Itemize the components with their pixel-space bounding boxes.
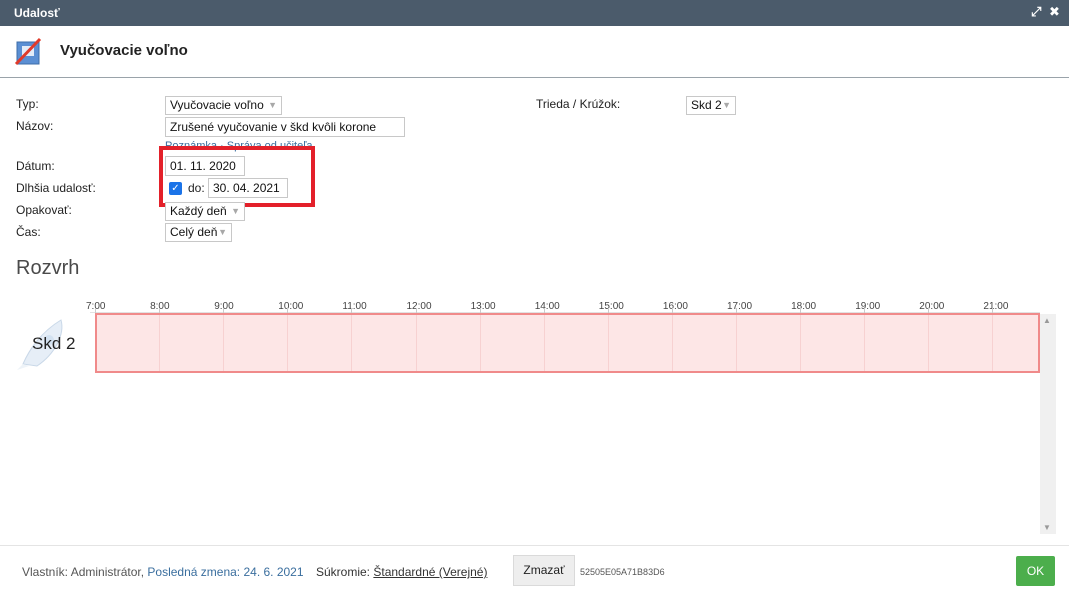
scroll-up-icon[interactable]: ▲	[1043, 316, 1051, 325]
hour-label: 18:00	[791, 301, 817, 312]
type-label: Typ:	[16, 97, 39, 111]
hour-label: 13:00	[470, 301, 496, 312]
owner-info: Vlastník: Administrátor, Posledná zmena:…	[22, 565, 304, 579]
hour-gridline	[928, 315, 930, 371]
class-select-value: Skd 2	[691, 98, 722, 112]
hour-gridline	[415, 315, 417, 371]
event-bar[interactable]	[95, 313, 1040, 373]
longer-event-label: Dlhšia udalosť:	[16, 181, 96, 195]
name-input[interactable]: Zrušené vyučovanie v škd kvôli korone	[165, 117, 405, 137]
page-title: Vyučovacie voľno	[60, 42, 188, 59]
dialog-header: Vyučovacie voľno	[0, 26, 1069, 78]
time-label: Čas:	[16, 225, 41, 239]
time-select[interactable]: Celý deň ▼	[165, 223, 232, 242]
schedule-timeline: 7:00 8:00 9:00 10:00 11:00 12:00 13:00 14:00 15:…	[0, 296, 1069, 546]
hour-label: 20:00	[919, 301, 945, 312]
hour-label: 15:00	[598, 301, 624, 312]
delete-button[interactable]: Zmazať	[513, 555, 575, 586]
type-select[interactable]: Vyučovacie voľno ▼	[165, 96, 282, 115]
hour-gridline	[864, 315, 866, 371]
name-label: Názov:	[16, 119, 54, 133]
type-select-value: Vyučovacie voľno	[170, 98, 264, 112]
close-icon[interactable]: ✖	[1049, 5, 1060, 19]
dialog-footer: Vlastník: Administrátor, Posledná zmena:…	[0, 545, 1069, 597]
dialog-titlebar: Udalosť ⤢ ✖	[0, 0, 1069, 26]
hour-label: 14:00	[534, 301, 560, 312]
scroll-down-icon[interactable]: ▼	[1043, 523, 1051, 532]
class-label: Trieda / Krúžok:	[536, 97, 621, 111]
repeat-select[interactable]: Každý deň ▼	[165, 202, 245, 221]
repeat-label: Opakovať:	[16, 203, 72, 217]
maximize-icon[interactable]: ⤢	[1031, 5, 1041, 19]
privacy-label: Súkromie:	[316, 565, 371, 579]
schedule-row-label: Skd 2	[32, 334, 76, 353]
hour-gridline	[479, 315, 481, 371]
dialog-title: Udalosť	[14, 6, 60, 20]
event-code: 52505E05A71B83D6	[580, 567, 665, 577]
hour-gridline	[992, 315, 994, 371]
repeat-select-value: Každý deň	[170, 204, 227, 218]
no-lesson-icon	[14, 37, 42, 66]
hour-gridline	[736, 315, 737, 371]
date-label: Dátum:	[16, 159, 55, 173]
hour-label: 19:00	[855, 301, 881, 312]
hour-header: 7:00 8:00 9:00 10:00 11:00 12:00 13:00 14:00 15:…	[86, 296, 1040, 314]
hour-gridline	[607, 315, 609, 371]
highlight-box	[159, 146, 315, 207]
hour-gridline	[671, 315, 673, 371]
owner-label: Vlastník: Administrátor,	[22, 565, 145, 579]
hour-gridline	[351, 315, 353, 371]
hour-label: 10:00	[278, 301, 304, 312]
hour-label: 17:00	[727, 301, 753, 312]
ok-button[interactable]: OK	[1016, 556, 1055, 586]
hour-gridline	[800, 315, 802, 371]
last-change-label: Posledná zmena: 24. 6. 2021	[147, 565, 304, 579]
class-select[interactable]: Skd 2 ▼	[686, 96, 736, 115]
chevron-down-icon: ▼	[218, 227, 227, 237]
hour-label: 12:00	[406, 301, 432, 312]
hour-gridline	[159, 315, 161, 371]
privacy-info: Súkromie: Štandardné (Verejné)	[316, 565, 487, 579]
chevron-down-icon: ▼	[268, 100, 277, 110]
scrollbar[interactable]: ▲ ▼	[1040, 314, 1056, 534]
time-select-value: Celý deň	[170, 225, 218, 239]
hour-label: 21:00	[983, 301, 1009, 312]
hour-gridline	[287, 315, 289, 371]
hour-gridline	[223, 315, 225, 371]
hour-label: 16:00	[662, 301, 688, 312]
chevron-down-icon: ▼	[231, 206, 240, 216]
schedule-title: Rozvrh	[16, 257, 80, 279]
hour-gridline	[543, 315, 545, 371]
hour-label: 11:00	[342, 301, 367, 312]
privacy-link[interactable]: Štandardné (Verejné)	[373, 565, 487, 579]
chevron-down-icon: ▼	[722, 100, 731, 110]
